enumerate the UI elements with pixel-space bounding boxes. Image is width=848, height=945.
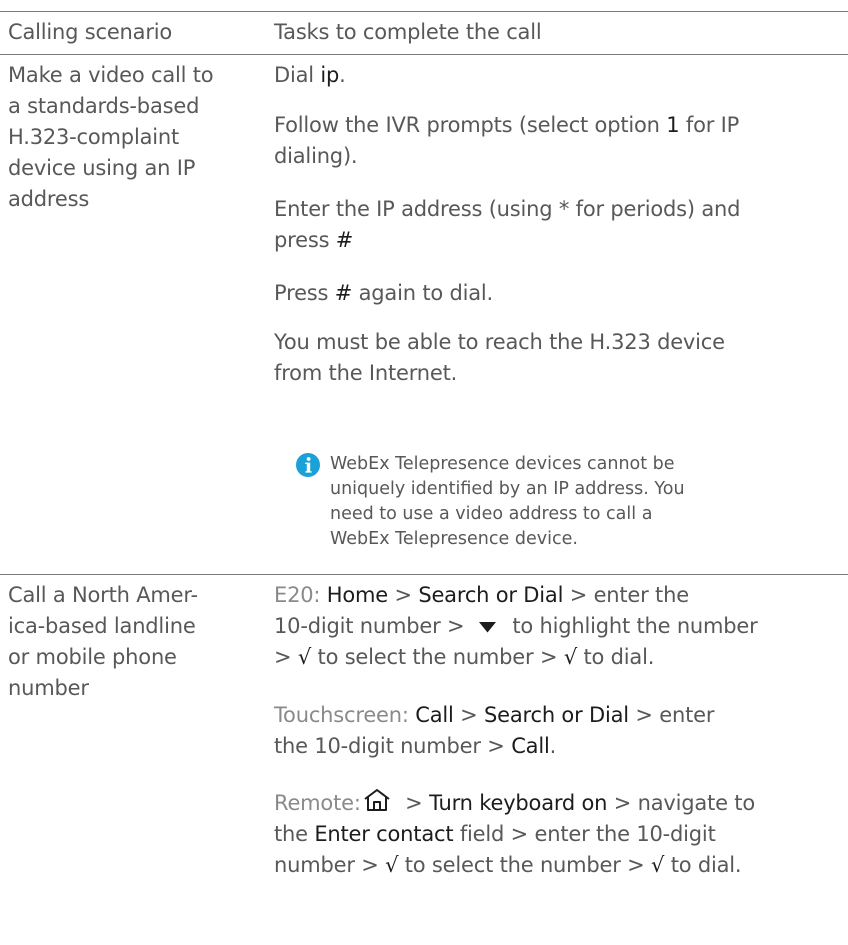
table-header-row: Calling scenario Tasks to complete the c… [0, 12, 848, 54]
note-text: WebEx Telepresence devices cannot be uni… [330, 454, 685, 549]
task-press-hash: Press # again to dial. [274, 281, 494, 305]
scenario-line: address [8, 187, 90, 211]
task-follow-ivr: Follow the IVR prompts (select option 1 … [274, 113, 740, 168]
check-key: √ [563, 645, 577, 669]
header-tasks: Tasks to complete the call [274, 20, 542, 44]
touchscreen-label: Touchscreen: [274, 703, 409, 727]
check-key: √ [651, 853, 665, 877]
scenario-ip-call: Make a video call to a standards-based H… [8, 60, 260, 215]
scenario-line: Make a video call to [8, 63, 214, 87]
task-remote: Remote: > Turn keyboard on > navigate to… [274, 788, 755, 881]
info-icon [296, 453, 320, 477]
key-hash: # [335, 228, 354, 252]
key-hash: # [334, 281, 353, 305]
header-calling-scenario: Calling scenario [8, 20, 173, 44]
table-row-north-america-call: Call a North Amer- ica-based landline or… [0, 575, 848, 925]
task-dial-ip: Dial ip. [274, 63, 346, 87]
scenario-line: a standards-based [8, 94, 200, 118]
key-option-1: 1 [666, 113, 680, 137]
task-reach-device: You must be able to reach the H.323 devi… [274, 330, 725, 385]
scenario-line: device using an IP [8, 156, 196, 180]
task-touchscreen: Touchscreen: Call > Search or Dial > ent… [274, 703, 715, 758]
key-ip: ip [320, 63, 340, 87]
home-icon [364, 789, 390, 811]
check-key: √ [297, 645, 312, 669]
scenario-line: H.323-complaint [8, 125, 180, 149]
check-key: √ [385, 853, 399, 877]
scenario-north-america: Call a North Amer- ica-based landline or… [8, 583, 198, 700]
calling-table: Calling scenario Tasks to complete the c… [0, 11, 848, 925]
task-e20: E20: Home > Search or Dial > enter the 1… [274, 583, 758, 669]
remote-label: Remote: [274, 791, 361, 815]
task-enter-ip: Enter the IP address (using * for period… [274, 197, 741, 252]
e20-label: E20: [274, 583, 321, 607]
table-row-ip-call: Make a video call to a standards-based H… [0, 55, 848, 574]
triangle-down-icon [478, 621, 496, 632]
